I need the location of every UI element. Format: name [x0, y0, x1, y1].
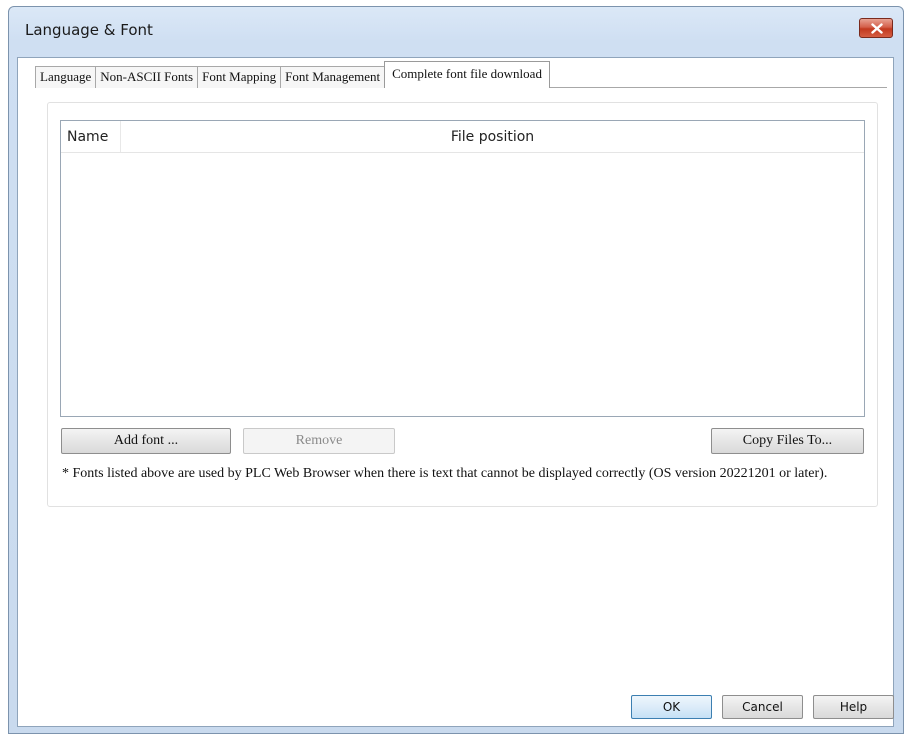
close-button[interactable]	[859, 18, 893, 38]
title-bar[interactable]: Language & Font	[9, 7, 903, 57]
copy-files-to-button[interactable]: Copy Files To...	[711, 428, 864, 454]
add-font-button[interactable]: Add font ...	[61, 428, 231, 454]
tab-font-mapping[interactable]: Font Mapping	[197, 66, 282, 88]
remove-button[interactable]: Remove	[243, 428, 395, 454]
tab-complete-font-file-download[interactable]: Complete font file download	[384, 61, 550, 88]
dialog-window: Language & Font Language Non-ASCII Fonts…	[8, 6, 904, 734]
tab-language[interactable]: Language	[35, 66, 97, 88]
tab-font-management[interactable]: Font Management	[280, 66, 386, 88]
tab-non-ascii-fonts[interactable]: Non-ASCII Fonts	[95, 66, 199, 88]
list-header: Name File position	[61, 121, 864, 153]
window-title: Language & Font	[25, 21, 153, 39]
column-header-file-position[interactable]: File position	[121, 121, 864, 152]
column-header-name[interactable]: Name	[61, 121, 121, 152]
close-icon	[871, 23, 883, 34]
ok-button[interactable]: OK	[631, 695, 712, 719]
help-button[interactable]: Help	[813, 695, 894, 719]
cancel-button[interactable]: Cancel	[722, 695, 803, 719]
dialog-client-area: Language Non-ASCII Fonts Font Mapping Fo…	[17, 57, 894, 727]
tab-strip: Language Non-ASCII Fonts Font Mapping Fo…	[35, 61, 550, 88]
font-file-list[interactable]: Name File position	[60, 120, 865, 417]
font-usage-note: * Fonts listed above are used by PLC Web…	[62, 466, 828, 481]
